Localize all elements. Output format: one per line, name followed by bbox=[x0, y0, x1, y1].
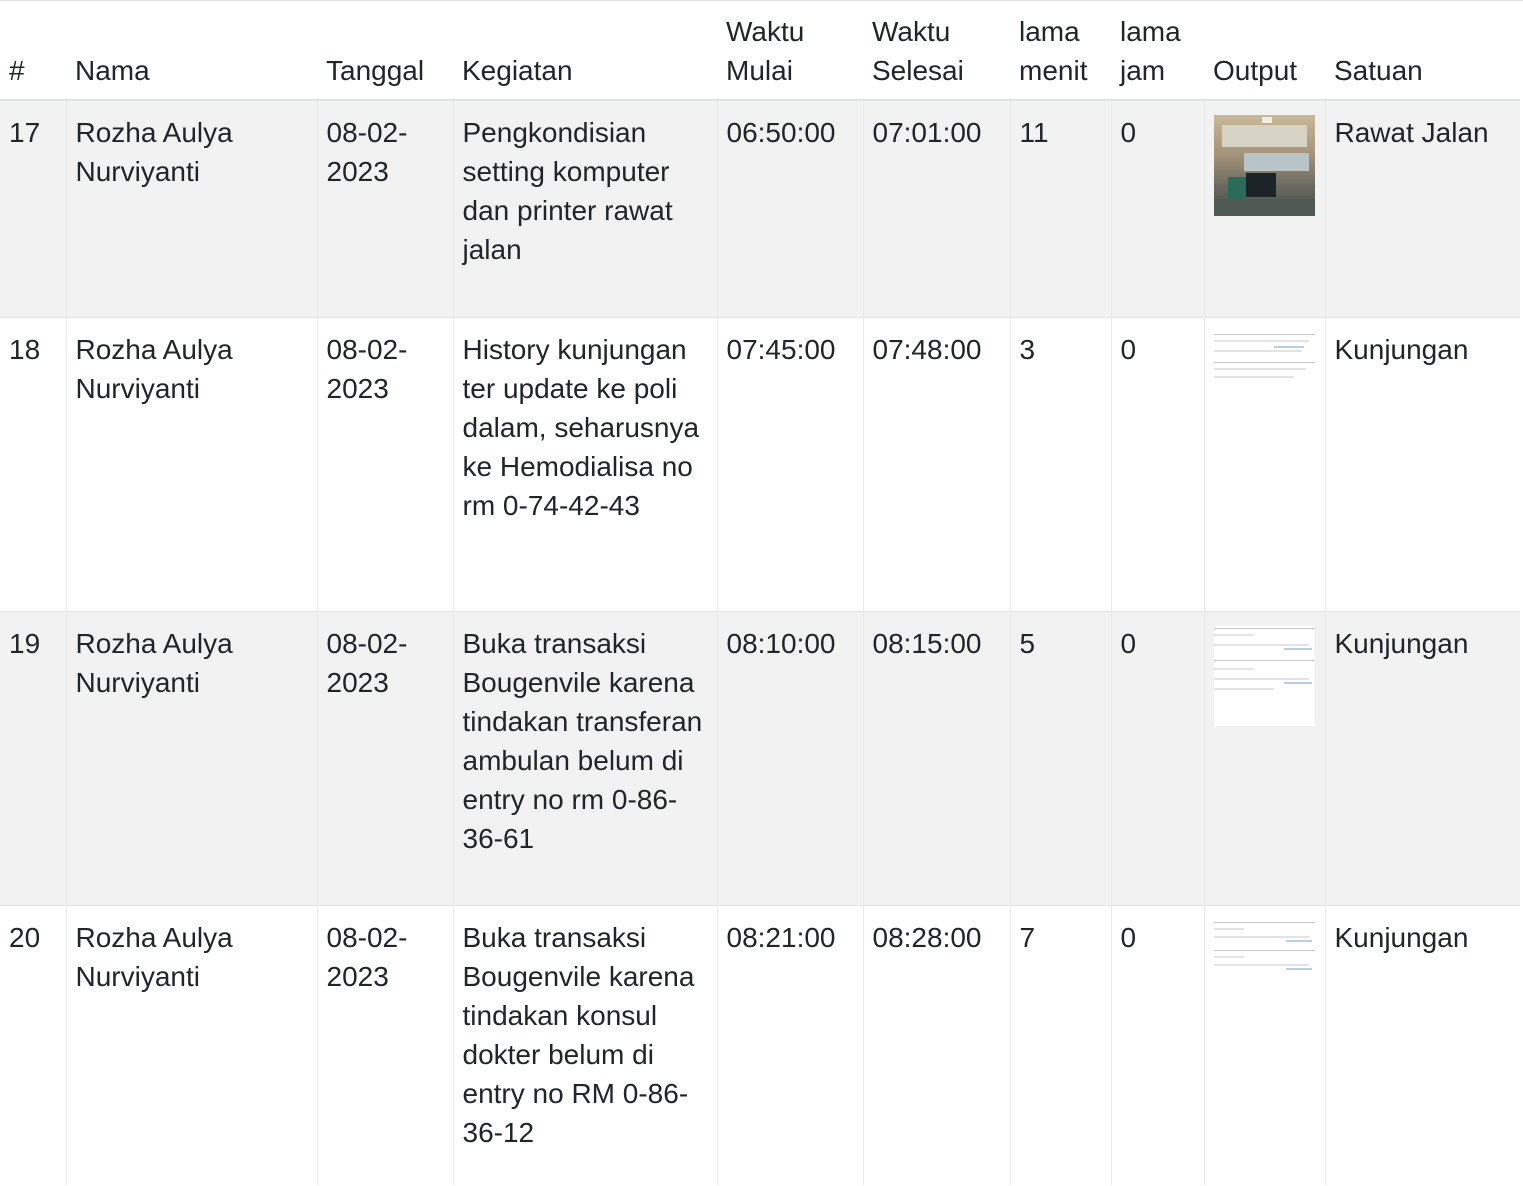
cell-satuan: Rawat Jalan bbox=[1324, 99, 1520, 317]
cell-waktu-mulai: 07:45:00 bbox=[716, 316, 863, 611]
cell-waktu-selesai: 07:48:00 bbox=[862, 316, 1010, 611]
header-kegiatan[interactable]: Kegiatan bbox=[453, 1, 717, 101]
cell-output bbox=[1203, 904, 1325, 1185]
cell-tanggal: 08-02-2023 bbox=[316, 904, 453, 1185]
output-photo-thumbnail[interactable] bbox=[1213, 115, 1315, 216]
cell-nama: Rozha Aulya Nurviyanti bbox=[65, 904, 317, 1185]
cell-num: 19 bbox=[0, 610, 66, 905]
activity-table-container: # Nama Tanggal Kegiatan Waktu Mulai Wakt… bbox=[0, 0, 1523, 1185]
cell-satuan: Kunjungan bbox=[1324, 610, 1520, 905]
cell-lama-jam: 0 bbox=[1110, 904, 1204, 1185]
cell-lama-jam: 0 bbox=[1110, 99, 1204, 317]
cell-output bbox=[1203, 610, 1325, 905]
cell-nama: Rozha Aulya Nurviyanti bbox=[65, 99, 317, 317]
cell-tanggal: 08-02-2023 bbox=[316, 610, 453, 905]
cell-tanggal: 08-02-2023 bbox=[316, 316, 453, 611]
cell-num: 20 bbox=[0, 904, 66, 1185]
output-screenshot-thumbnail[interactable] bbox=[1213, 331, 1315, 382]
cell-waktu-mulai: 06:50:00 bbox=[716, 99, 863, 317]
header-waktu-mulai[interactable]: Waktu Mulai bbox=[717, 1, 863, 101]
cell-lama-menit: 5 bbox=[1009, 610, 1111, 905]
cell-nama: Rozha Aulya Nurviyanti bbox=[65, 316, 317, 611]
header-lama-jam[interactable]: lama jam bbox=[1111, 1, 1204, 101]
cell-lama-jam: 0 bbox=[1110, 610, 1204, 905]
table-row: 17 Rozha Aulya Nurviyanti 08-02-2023 Pen… bbox=[0, 99, 1520, 317]
cell-lama-menit: 11 bbox=[1009, 99, 1111, 317]
activity-table: # Nama Tanggal Kegiatan Waktu Mulai Wakt… bbox=[0, 1, 1520, 1185]
header-tanggal[interactable]: Tanggal bbox=[317, 1, 453, 101]
output-screenshot-thumbnail[interactable] bbox=[1213, 919, 1315, 978]
cell-nama: Rozha Aulya Nurviyanti bbox=[65, 610, 317, 905]
cell-kegiatan: Buka transaksi Bougenvile karena tindaka… bbox=[452, 610, 717, 905]
cell-satuan: Kunjungan bbox=[1324, 904, 1520, 1185]
cell-lama-jam: 0 bbox=[1110, 316, 1204, 611]
table-body: 17 Rozha Aulya Nurviyanti 08-02-2023 Pen… bbox=[0, 99, 1520, 1185]
cell-kegiatan: Buka transaksi Bougenvile karena tindaka… bbox=[452, 904, 717, 1185]
cell-satuan: Kunjungan bbox=[1324, 316, 1520, 611]
cell-num: 17 bbox=[0, 99, 66, 317]
cell-output bbox=[1203, 99, 1325, 317]
cell-kegiatan: History kunjungan ter update ke poli dal… bbox=[452, 316, 717, 611]
cell-num: 18 bbox=[0, 316, 66, 611]
table-row: 18 Rozha Aulya Nurviyanti 08-02-2023 His… bbox=[0, 316, 1520, 611]
output-screenshot-thumbnail[interactable] bbox=[1213, 625, 1315, 726]
cell-lama-menit: 7 bbox=[1009, 904, 1111, 1185]
cell-lama-menit: 3 bbox=[1009, 316, 1111, 611]
header-num[interactable]: # bbox=[0, 1, 66, 101]
cell-waktu-selesai: 07:01:00 bbox=[862, 99, 1010, 317]
table-row: 19 Rozha Aulya Nurviyanti 08-02-2023 Buk… bbox=[0, 610, 1520, 905]
cell-waktu-selesai: 08:28:00 bbox=[862, 904, 1010, 1185]
header-row: # Nama Tanggal Kegiatan Waktu Mulai Wakt… bbox=[0, 1, 1520, 101]
cell-tanggal: 08-02-2023 bbox=[316, 99, 453, 317]
cell-waktu-mulai: 08:21:00 bbox=[716, 904, 863, 1185]
cell-output bbox=[1203, 316, 1325, 611]
header-output[interactable]: Output bbox=[1204, 1, 1325, 101]
cell-waktu-mulai: 08:10:00 bbox=[716, 610, 863, 905]
cell-kegiatan: Pengkondisian setting komputer dan print… bbox=[452, 99, 717, 317]
header-satuan[interactable]: Satuan bbox=[1325, 1, 1520, 101]
table-row: 20 Rozha Aulya Nurviyanti 08-02-2023 Buk… bbox=[0, 904, 1520, 1185]
cell-waktu-selesai: 08:15:00 bbox=[862, 610, 1010, 905]
header-waktu-selesai[interactable]: Waktu Selesai bbox=[863, 1, 1010, 101]
table-header: # Nama Tanggal Kegiatan Waktu Mulai Wakt… bbox=[0, 1, 1520, 101]
header-nama[interactable]: Nama bbox=[66, 1, 317, 101]
header-lama-menit[interactable]: lama menit bbox=[1010, 1, 1111, 101]
